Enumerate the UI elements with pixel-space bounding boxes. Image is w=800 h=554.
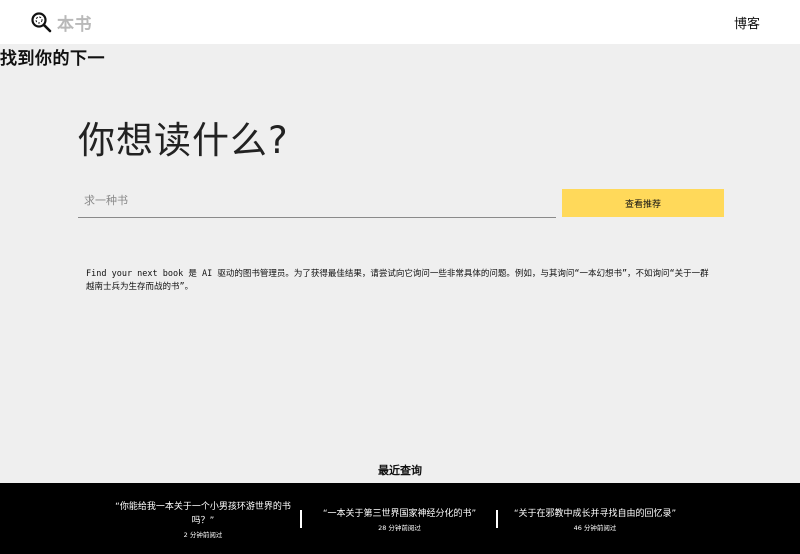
brand-logo-link[interactable]: 找到你的下一 本书: [0, 10, 105, 70]
recent-queries-title: 最近查询: [378, 464, 422, 477]
recent-query-item[interactable]: “一本关于第三世界国家神经分化的书” 28 分钟前阅过: [312, 507, 487, 533]
recent-query-item[interactable]: “你能给我一本关于一个小男孩环游世界的书吗？” 2 分钟前阅过: [115, 500, 291, 540]
magnifier-icon: [30, 11, 52, 33]
recent-query-time: 46 分钟前阅过: [573, 524, 617, 532]
recent-query-time: 28 分钟前阅过: [378, 524, 421, 532]
recent-query-text: “关于在邪教中成长并寻找自由的回忆录”: [513, 509, 677, 519]
blog-link[interactable]: 博客: [734, 13, 760, 32]
brand-title-faded: 本书: [57, 14, 92, 35]
divider: [300, 510, 302, 528]
recent-query-text: “你能给我一本关于一个小男孩环游世界的书吗？”: [115, 502, 291, 526]
recent-queries-bar: “你能给我一本关于一个小男孩环游世界的书吗？” 2 分钟前阅过 “一本关于第三世…: [0, 483, 800, 554]
main-section: 你想读什么? 查看推荐 Find your next book 是 AI 驱动的…: [0, 44, 800, 483]
divider: [496, 510, 498, 528]
brand-title: 找到你的下一 本书: [0, 10, 105, 70]
search-field-wrapper: [78, 189, 556, 219]
recent-query-time: 2 分钟前阅过: [183, 531, 223, 539]
description-text: Find your next book 是 AI 驱动的图书管理员。为了获得最佳…: [86, 269, 709, 292]
see-recommendations-button[interactable]: 查看推荐: [562, 189, 724, 217]
search-input[interactable]: [78, 190, 556, 219]
recent-query-text: “一本关于第三世界国家神经分化的书”: [322, 509, 477, 519]
top-header: 找到你的下一 本书 博客: [0, 0, 800, 70]
recent-query-item[interactable]: “关于在邪教中成长并寻找自由的回忆录” 46 分钟前阅过: [505, 507, 685, 533]
page-title: 你想读什么?: [78, 119, 289, 162]
